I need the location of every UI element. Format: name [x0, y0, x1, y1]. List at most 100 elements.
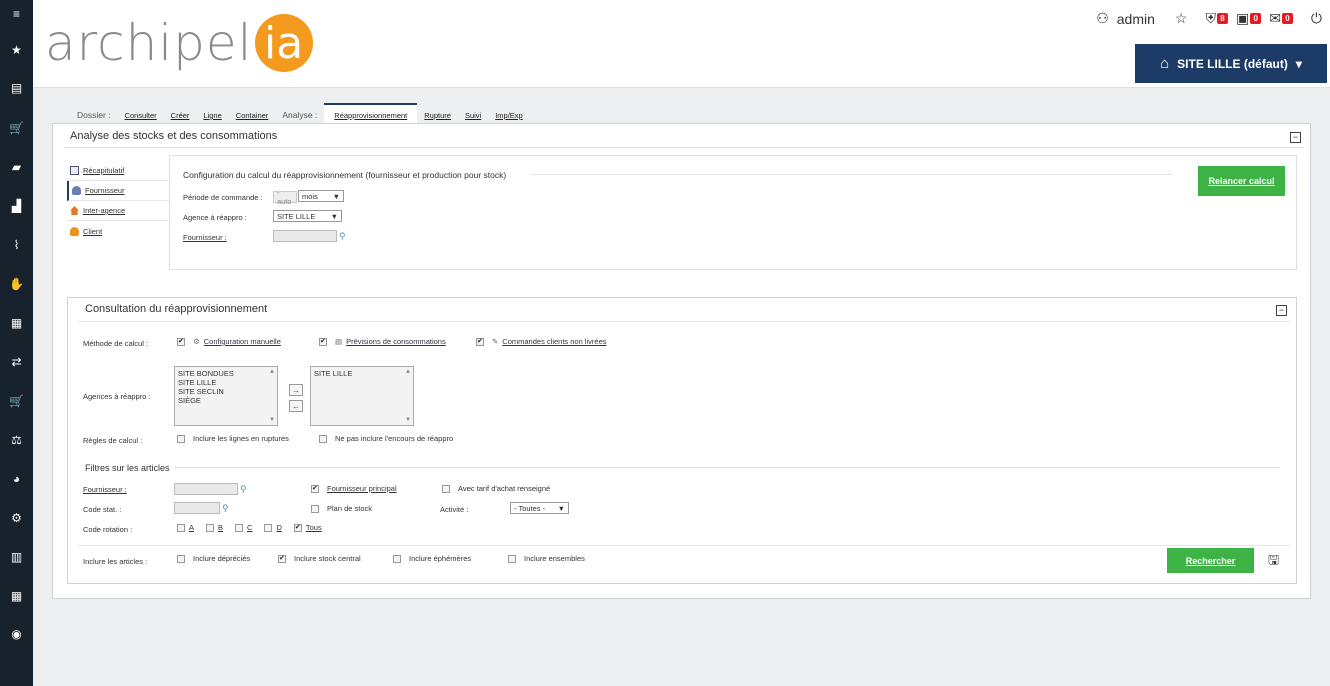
agences-selected-list[interactable]: SITE LILLE ▲ ▼	[310, 366, 414, 426]
inclure-ensembles-checkbox[interactable]	[508, 554, 516, 563]
cart-icon[interactable]: 🛒	[0, 118, 33, 138]
gear-icon[interactable]: ⚙	[0, 508, 33, 528]
f-fourn-principal-checkbox[interactable]	[311, 484, 319, 493]
f-activite-select[interactable]: - Toutes - ▼	[510, 502, 569, 514]
rotation-b-checkbox[interactable]	[206, 523, 215, 532]
site-selector-label: SITE LILLE (défaut)	[1177, 56, 1288, 71]
user-icon[interactable]: ⚇	[1096, 10, 1109, 27]
f-plan[interactable]: Plan de stock	[311, 504, 372, 513]
collapse-analysis-icon[interactable]: −	[1290, 132, 1301, 143]
database-icon[interactable]: ▤	[0, 78, 33, 98]
user-circle-icon[interactable]: ◉	[0, 624, 33, 644]
star-icon[interactable]: ★	[0, 40, 33, 60]
list-item[interactable]: SITE LILLE	[178, 378, 274, 387]
methode-previsions-checkbox[interactable]	[319, 337, 327, 346]
regle-encours[interactable]: Ne pas inclure l'encours de réappro	[319, 434, 453, 443]
nav-inter-agence-label: Inter-agence	[83, 206, 126, 215]
cart-icon-2[interactable]: 🛒	[0, 391, 33, 411]
f-tarif-checkbox[interactable]	[442, 484, 450, 493]
list-item[interactable]: SITE LILLE	[314, 369, 410, 378]
rotation-d-checkbox[interactable]	[264, 523, 273, 532]
logo: archipel ia	[45, 8, 313, 78]
f-codestat-input[interactable]	[174, 502, 220, 514]
list-item[interactable]: SITE BONDUES	[178, 369, 274, 378]
rotation-a-checkbox[interactable]	[177, 523, 185, 532]
rotation-b[interactable]: B	[206, 523, 223, 532]
factory-icon[interactable]: ▟	[0, 196, 33, 216]
regle-encours-checkbox[interactable]	[319, 434, 327, 443]
lightbulb-icon[interactable]: ⚲	[339, 231, 346, 242]
balance-icon[interactable]: ⚖	[0, 430, 33, 450]
inclure-stock-central-checkbox[interactable]	[278, 554, 286, 563]
f-tarif[interactable]: Avec tarif d'achat renseigné	[442, 484, 550, 493]
handshake-icon[interactable]: ✋	[0, 274, 33, 294]
inclure-stock-central[interactable]: Inclure stock central	[278, 554, 361, 563]
methode-manuelle[interactable]: ⚙ Configuration manuelle	[177, 337, 281, 346]
f-fourn-principal[interactable]: Fournisseur principal	[311, 484, 397, 493]
chart-line-icon[interactable]: ⌇	[0, 235, 33, 255]
bag-icon[interactable]: ▰	[0, 157, 33, 177]
rechercher-button[interactable]: Rechercher	[1167, 548, 1254, 573]
agence-select[interactable]: SITE LILLE ▼	[273, 210, 342, 222]
table-icon[interactable]: ▦	[0, 586, 33, 606]
shield-notification[interactable]: ⛨ 8	[1205, 10, 1228, 27]
pie-chart-icon[interactable]: ◕	[0, 469, 33, 489]
regle-ruptures-checkbox[interactable]	[177, 434, 185, 443]
save-icon[interactable]: 🖫	[1268, 551, 1279, 573]
tab-reapprovisionnement[interactable]: Réapprovisionnement	[324, 103, 418, 124]
rotation-a[interactable]: A	[177, 523, 194, 532]
tab-label-analyse: Analyse :	[282, 110, 318, 120]
scroll-down-icon[interactable]: ▼	[405, 417, 411, 423]
nav-recapitulatif-label: Récapitulatif	[83, 166, 125, 175]
move-left-button[interactable]: ←	[289, 400, 303, 412]
site-selector-button[interactable]: ⌂ SITE LILLE (défaut) ▾	[1135, 44, 1327, 83]
building-icon[interactable]: ▥	[0, 547, 33, 567]
list-item[interactable]: SITE SECLIN	[178, 387, 274, 396]
rotation-tous[interactable]: Tous	[293, 523, 322, 532]
agences-available-list[interactable]: SITE BONDUES SITE LILLE SITE SECLIN SIÈG…	[174, 366, 278, 426]
fax-notification[interactable]: ▣ 0	[1236, 10, 1262, 27]
periode-select[interactable]: mois ▼	[298, 190, 344, 202]
power-icon[interactable]: ⏻	[1311, 10, 1322, 27]
inclure-ephemeres[interactable]: Inclure éphémères	[393, 554, 471, 563]
menu-icon[interactable]: ≡	[0, 4, 33, 24]
inclure-deprecies-checkbox[interactable]	[177, 554, 185, 563]
lightbulb-icon[interactable]: ⚲	[240, 484, 247, 495]
exchange-icon[interactable]: ⇄	[0, 352, 33, 372]
rotation-tous-checkbox[interactable]	[293, 523, 302, 532]
rotation-d[interactable]: D	[264, 523, 282, 532]
methode-commandes[interactable]: ✎ Commandes clients non livrées	[476, 337, 607, 346]
divider	[78, 545, 1290, 546]
scroll-down-icon[interactable]: ▼	[269, 417, 275, 423]
periode-auto[interactable]: - auto	[273, 188, 297, 206]
methode-manuelle-checkbox[interactable]	[177, 337, 185, 346]
inclure-deprecies[interactable]: Inclure dépréciés	[177, 554, 250, 563]
nav-inter-agence[interactable]: Inter-agence	[67, 201, 169, 221]
fournisseur-input[interactable]	[273, 230, 337, 242]
user-name[interactable]: admin	[1117, 11, 1155, 27]
rotation-c-checkbox[interactable]	[235, 523, 244, 532]
favorites-star-icon[interactable]: ☆	[1175, 10, 1188, 27]
move-right-button[interactable]: →	[289, 384, 303, 396]
inclure-ensembles[interactable]: Inclure ensembles	[508, 554, 585, 563]
inclure-ephemeres-checkbox[interactable]	[393, 554, 401, 563]
nav-recapitulatif[interactable]: Récapitulatif	[67, 161, 169, 181]
f-fournisseur-input[interactable]	[174, 483, 238, 495]
regle-ruptures[interactable]: Inclure les lignes en ruptures	[177, 434, 289, 443]
rotation-c[interactable]: C	[235, 523, 252, 532]
rotation-b-label: B	[218, 523, 224, 532]
list-item[interactable]: SIÈGE	[178, 396, 274, 405]
nav-fournisseur[interactable]: Fournisseur	[67, 181, 169, 201]
mail-notification[interactable]: ✉ 0	[1269, 10, 1293, 27]
lightbulb-icon[interactable]: ⚲	[222, 503, 229, 514]
methode-commandes-checkbox[interactable]	[476, 337, 484, 346]
scroll-up-icon[interactable]: ▲	[405, 369, 411, 375]
relancer-calcul-button[interactable]: Relancer calcul	[1198, 166, 1285, 196]
logo-text: archipel	[45, 14, 253, 72]
calendar-icon[interactable]: ▦	[0, 313, 33, 333]
methode-previsions[interactable]: ▤ Prévisions de consommations	[319, 337, 446, 346]
nav-client[interactable]: Client	[67, 221, 169, 241]
collapse-consultation-icon[interactable]: −	[1276, 305, 1287, 316]
f-plan-checkbox[interactable]	[311, 504, 319, 513]
scroll-up-icon[interactable]: ▲	[269, 369, 275, 375]
